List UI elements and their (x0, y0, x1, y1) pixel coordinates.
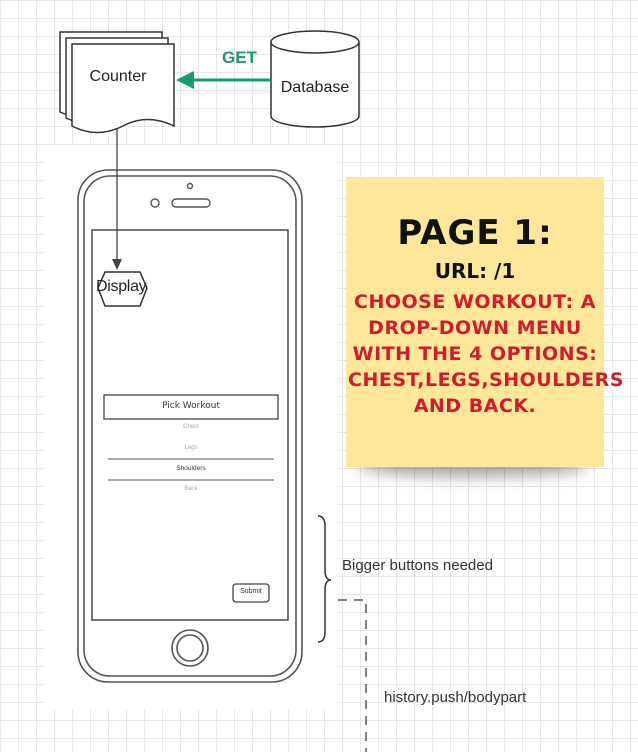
option-legs[interactable]: Legs (104, 445, 278, 451)
history-push-annotation: history.push/bodypart (384, 689, 527, 706)
curly-brace (317, 515, 332, 643)
option-back[interactable]: Back (104, 486, 278, 492)
home-button[interactable] (171, 629, 209, 667)
option-chest[interactable]: Chest (104, 424, 278, 430)
note-description: CHOOSE WORKOUT: A DROP-DOWN MENU WITH TH… (348, 291, 624, 417)
note-url: URL: /1 (434, 259, 516, 283)
bigger-buttons-annotation: Bigger buttons needed (342, 557, 493, 574)
submit-button-label: Submit (240, 588, 262, 595)
display-label: Display (96, 278, 147, 295)
get-label: GET (222, 48, 257, 67)
sticky-note: PAGE 1: URL: /1 CHOOSE WORKOUT: A DROP-D… (346, 177, 624, 467)
database-label: Database (280, 79, 350, 96)
note-heading: PAGE 1: (397, 213, 553, 253)
counter-label: Counter (89, 68, 147, 85)
phone-earpiece (150, 182, 211, 208)
pick-workout-label: Pick Workout (162, 401, 220, 411)
get-arrow (176, 71, 271, 89)
option-shoulders[interactable]: Shoulders (104, 465, 278, 472)
history-dashed-connector (338, 599, 367, 752)
